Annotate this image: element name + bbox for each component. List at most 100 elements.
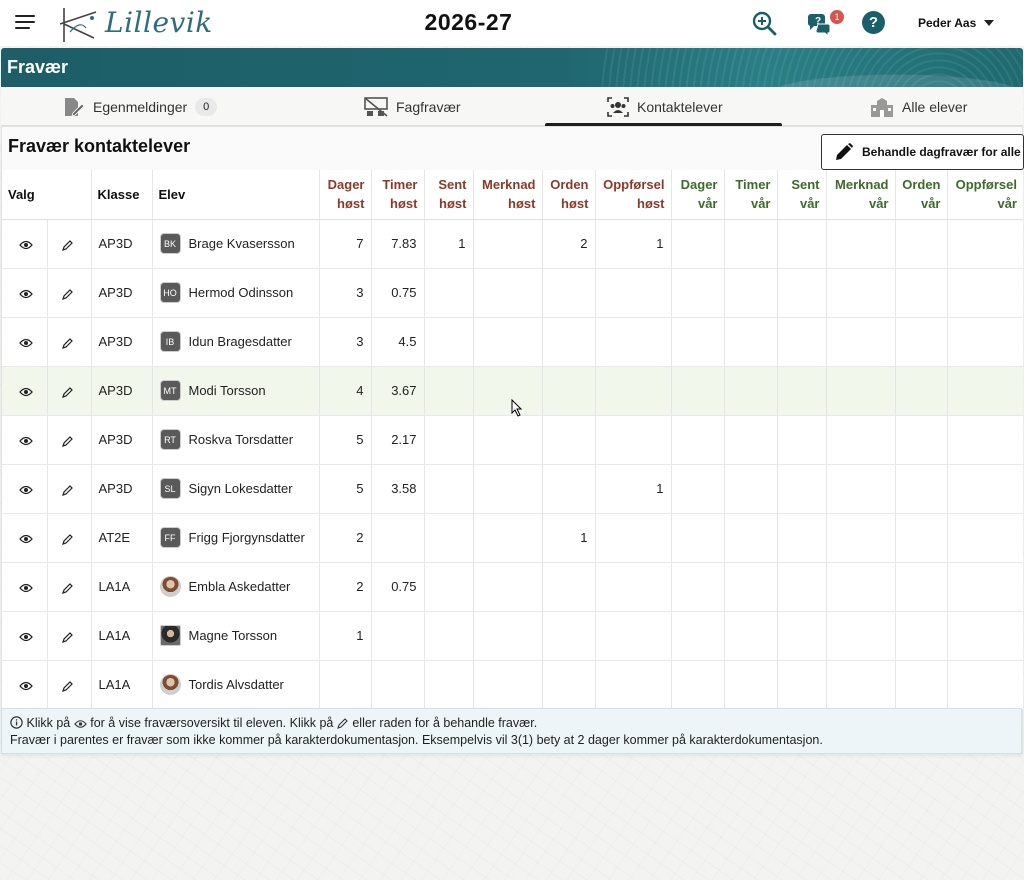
merknad-host-cell [472,268,542,318]
var-cell [946,317,1023,367]
edit-cell [46,366,91,416]
elev-cell[interactable]: IB Idun Bragesdatter [151,317,319,367]
elev-cell[interactable]: Tordis Alvsdatter [151,660,319,710]
tab-egenmeldinger[interactable]: Egenmeldinger 0 [63,87,218,126]
chevron-down-icon[interactable] [984,20,994,26]
pencil-icon[interactable] [61,386,74,398]
header-merknad-var[interactable]: Merknad vår [825,170,895,220]
table-row[interactable]: AP3D HO Hermod Odinsson 3 0.75 [2,268,1023,318]
header-klasse[interactable]: Klasse [90,170,152,220]
table-row[interactable]: AP3D IB Idun Bragesdatter 3 4.5 [2,317,1023,367]
user-menu[interactable]: Peder Aas [918,16,976,30]
header-oppforsel-host[interactable]: Oppførsel høst [594,170,671,220]
eye-icon[interactable] [19,534,33,544]
pencil-icon[interactable] [61,337,74,349]
table-row[interactable]: LA1A Embla Askedatter 2 0.75 [2,562,1023,612]
student-name: Sigyn Lokesdatter [188,481,293,496]
var-cell [670,366,724,416]
help-icon[interactable]: ? [862,11,885,34]
merknad-host-cell [472,660,542,710]
table-row[interactable]: AP3D SL Sigyn Lokesdatter 5 3.58 1 [2,464,1023,514]
panel-title: Fravær kontaktelever [8,136,191,156]
header-dager-var[interactable]: Dager vår [670,170,724,220]
header-sent-var[interactable]: Sent vår [776,170,826,220]
tab-bar: Egenmeldinger 0 Fagfravær Kontaktelever … [1,87,1023,126]
dager-host-cell: 4 [318,366,371,416]
eye-icon[interactable] [19,387,33,397]
var-cell [776,562,826,612]
tab-label: Egenmeldinger [93,98,188,115]
pencil-icon[interactable] [61,680,74,692]
var-cell [723,464,777,514]
var-cell [776,660,826,710]
elev-cell[interactable]: SL Sigyn Lokesdatter [151,464,319,514]
oppforsel-host-cell [594,268,671,318]
header-elev[interactable]: Elev [151,170,319,220]
tab-fagfravaer[interactable]: Fagfravær [364,87,461,126]
dager-host-cell: 2 [318,562,371,612]
zoom-in-icon[interactable] [751,10,777,36]
sent-host-cell [423,513,473,563]
table-row[interactable]: AP3D BK Brage Kvasersson 7 7.83 1 2 1 [2,219,1023,269]
pencil-icon[interactable] [61,288,74,300]
var-cell [946,219,1023,269]
process-day-absence-button[interactable]: Behandle dagfravær for alle [821,134,1024,170]
header-orden-var[interactable]: Orden vår [894,170,947,220]
mouse-cursor-icon [511,399,523,417]
var-cell [723,317,777,367]
tab-label: Kontaktelever [637,98,723,115]
tab-alle-elever[interactable]: Alle elever [870,87,967,126]
messages-icon[interactable]: ? [806,10,832,36]
eye-icon[interactable] [19,289,33,299]
elev-cell[interactable]: MT Modi Torsson [151,366,319,416]
timer-host-cell [370,611,424,661]
table-row[interactable]: LA1A Tordis Alvsdatter [2,660,1023,710]
sent-host-cell [423,464,473,514]
pencil-icon[interactable] [61,484,74,496]
header-merknad-host[interactable]: Merknad høst [472,170,542,220]
elev-cell[interactable]: FF Frigg Fjorgynsdatter [151,513,319,563]
elev-cell[interactable]: Magne Torsson [151,611,319,661]
eye-icon[interactable] [19,338,33,348]
tab-kontaktelever[interactable]: Kontaktelever [545,87,782,126]
eye-icon[interactable] [19,632,33,642]
header-dager-host[interactable]: Dager høst [318,170,371,220]
pencil-icon[interactable] [61,631,74,643]
contact-students-icon [607,96,629,117]
var-cell [670,660,724,710]
eye-icon[interactable] [19,436,33,446]
header-oppforsel-var[interactable]: Oppførsel vår [946,170,1023,220]
header-timer-var[interactable]: Timer vår [723,170,777,220]
timer-host-cell: 2.17 [370,415,424,465]
header-orden-host[interactable]: Orden høst [541,170,595,220]
var-cell [723,513,777,563]
var-cell [894,660,947,710]
pencil-icon[interactable] [61,582,74,594]
table-row[interactable]: LA1A Magne Torsson 1 [2,611,1023,661]
var-cell [723,660,777,710]
pencil-icon[interactable] [61,533,74,545]
header-timer-host[interactable]: Timer høst [370,170,424,220]
eye-icon[interactable] [19,485,33,495]
elev-cell[interactable]: RT Roskva Torsdatter [151,415,319,465]
eye-icon[interactable] [19,583,33,593]
header-sent-host[interactable]: Sent høst [423,170,473,220]
info-text-1b: for å vise fraværsoversikt til eleven. K… [90,716,334,730]
edit-cell [46,268,91,318]
oppforsel-host-cell [594,513,671,563]
pencil-icon[interactable] [61,435,74,447]
table-row[interactable]: AT2E FF Frigg Fjorgynsdatter 2 1 [2,513,1023,563]
eye-icon[interactable] [19,240,33,250]
merknad-host-cell [472,219,542,269]
var-cell [776,366,826,416]
elev-cell[interactable]: Embla Askedatter [151,562,319,612]
table-row[interactable]: AP3D RT Roskva Torsdatter 5 2.17 [2,415,1023,465]
pencil-icon[interactable] [61,239,74,251]
avatar [159,576,181,597]
elev-cell[interactable]: BK Brage Kvasersson [151,219,319,269]
tab-label: Fagfravær [396,98,461,115]
sent-host-cell [423,366,473,416]
empty-classroom-icon [364,96,388,117]
elev-cell[interactable]: HO Hermod Odinsson [151,268,319,318]
eye-icon[interactable] [19,681,33,691]
